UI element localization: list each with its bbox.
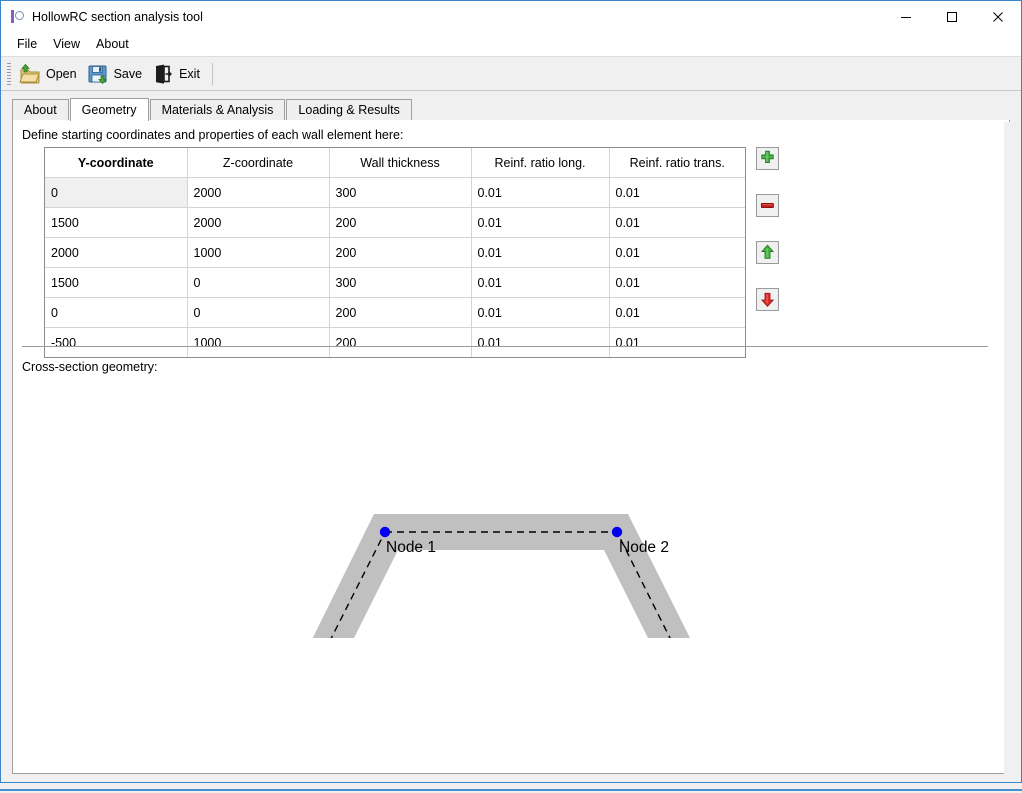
table-row[interactable]: 0 0 200 0.01 0.01 (45, 297, 745, 328)
cell-reinf-ratio-trans[interactable]: 0.01 (609, 297, 745, 328)
move-down-button[interactable] (756, 288, 779, 311)
open-button-label: Open (46, 66, 77, 81)
cell-reinf-ratio-long[interactable]: 0.01 (471, 207, 610, 238)
menu-item-about[interactable]: About (88, 34, 137, 54)
arrow-up-icon (760, 244, 775, 259)
toolbar-grip[interactable] (7, 62, 11, 85)
title-bar: HollowRC section analysis tool (1, 1, 1021, 32)
cell-y-coordinate[interactable]: 1500 (45, 267, 188, 298)
node-marker[interactable] (379, 526, 391, 538)
row-action-buttons (756, 147, 780, 335)
node-label-2: Node 2 (619, 539, 669, 556)
table-row[interactable]: -500 1000 200 0.01 0.01 (45, 327, 745, 357)
cell-y-coordinate[interactable]: -500 (45, 327, 188, 357)
exit-door-icon (152, 63, 174, 85)
menu-item-file[interactable]: File (9, 34, 45, 54)
window-title: HollowRC section analysis tool (32, 9, 203, 24)
add-row-button[interactable] (756, 147, 779, 170)
tab-loading-results[interactable]: Loading & Results (286, 99, 412, 120)
cell-wall-thickness[interactable]: 200 (329, 207, 472, 238)
client-area: About Geometry Materials & Analysis Load… (1, 91, 1021, 782)
cell-reinf-ratio-long[interactable]: 0.01 (471, 237, 610, 268)
toolbar-separator (211, 62, 213, 85)
table-row[interactable]: 1500 2000 200 0.01 0.01 (45, 207, 745, 238)
node-marker[interactable] (611, 526, 623, 538)
cell-z-coordinate[interactable]: 2000 (187, 207, 330, 238)
tab-materials-analysis[interactable]: Materials & Analysis (149, 99, 286, 120)
minimize-icon (901, 16, 911, 18)
section-separator (22, 346, 988, 347)
remove-row-button[interactable] (756, 194, 779, 217)
cell-y-coordinate[interactable]: 0 (45, 177, 188, 208)
cell-z-coordinate[interactable]: 0 (187, 267, 330, 298)
panel-right-gutter (1004, 122, 1020, 781)
column-header-wall-thickness[interactable]: Wall thickness (329, 148, 472, 178)
table-row[interactable]: 0 2000 300 0.01 0.01 (45, 177, 745, 208)
cell-reinf-ratio-trans[interactable]: 0.01 (609, 237, 745, 268)
close-button[interactable] (975, 1, 1021, 32)
cell-y-coordinate[interactable]: 2000 (45, 237, 188, 268)
cross-section-geometry-label: Cross-section geometry: (22, 360, 158, 374)
menu-bar: File View About (1, 32, 1021, 56)
cell-z-coordinate[interactable]: 1000 (187, 327, 330, 357)
open-button[interactable]: Open (16, 60, 84, 88)
column-header-z-coordinate[interactable]: Z-coordinate (187, 148, 330, 178)
cell-reinf-ratio-trans[interactable]: 0.01 (609, 207, 745, 238)
cell-wall-thickness[interactable]: 300 (329, 267, 472, 298)
cell-reinf-ratio-trans[interactable]: 0.01 (609, 177, 745, 208)
cell-z-coordinate[interactable]: 0 (187, 297, 330, 328)
cell-reinf-ratio-long[interactable]: 0.01 (471, 297, 610, 328)
save-button[interactable]: Save (84, 60, 150, 88)
column-header-y-coordinate[interactable]: Y-coordinate (45, 148, 188, 178)
desktop-bleed (0, 783, 1022, 793)
desktop-accent-line (0, 789, 1022, 791)
node-label-1: Node 1 (386, 539, 436, 556)
minus-icon (760, 202, 774, 209)
table-row[interactable]: 1500 0 300 0.01 0.01 (45, 267, 745, 298)
cross-section-plot[interactable]: CG Node 1 Node 2 Node 3 Node 4 Node 5 No… (13, 378, 1009, 773)
menu-item-view[interactable]: View (45, 34, 88, 54)
cell-reinf-ratio-long[interactable]: 0.01 (471, 267, 610, 298)
cell-y-coordinate[interactable]: 1500 (45, 207, 188, 238)
arrow-down-icon (760, 292, 775, 307)
toolbar: Open Save Exit (1, 56, 1021, 91)
wall-elements-table[interactable]: Y-coordinate Z-coordinate Wall thickness… (44, 147, 746, 358)
app-icon (9, 9, 25, 25)
tab-geometry[interactable]: Geometry (69, 98, 149, 121)
application-window: HollowRC section analysis tool File View… (0, 0, 1022, 783)
cell-y-coordinate[interactable]: 0 (45, 297, 188, 328)
column-header-reinf-ratio-trans[interactable]: Reinf. ratio trans. (609, 148, 745, 178)
save-button-label: Save (113, 66, 143, 81)
close-icon (993, 11, 1003, 22)
tab-strip: About Geometry Materials & Analysis Load… (12, 98, 1010, 121)
cell-wall-thickness[interactable]: 200 (329, 327, 472, 357)
exit-button[interactable]: Exit (149, 60, 207, 88)
table-header-row: Y-coordinate Z-coordinate Wall thickness… (45, 148, 745, 178)
maximize-button[interactable] (929, 1, 975, 32)
window-controls (883, 1, 1021, 32)
geometry-panel: Define starting coordinates and properti… (12, 120, 1010, 774)
cell-wall-thickness[interactable]: 300 (329, 177, 472, 208)
cell-reinf-ratio-trans[interactable]: 0.01 (609, 267, 745, 298)
move-up-button[interactable] (756, 241, 779, 264)
cell-z-coordinate[interactable]: 2000 (187, 177, 330, 208)
cell-wall-thickness[interactable]: 200 (329, 237, 472, 268)
define-coordinates-label: Define starting coordinates and properti… (22, 128, 404, 142)
plus-icon (761, 150, 774, 164)
exit-button-label: Exit (179, 66, 200, 81)
table-row[interactable]: 2000 1000 200 0.01 0.01 (45, 237, 745, 268)
cell-reinf-ratio-trans[interactable]: 0.01 (609, 327, 745, 357)
cell-reinf-ratio-long[interactable]: 0.01 (471, 327, 610, 357)
cell-wall-thickness[interactable]: 200 (329, 297, 472, 328)
cell-z-coordinate[interactable]: 1000 (187, 237, 330, 268)
wall-band-shape (312, 514, 690, 638)
tab-about[interactable]: About (12, 99, 69, 120)
open-folder-icon (19, 63, 41, 85)
minimize-button[interactable] (883, 1, 929, 32)
save-disk-icon (87, 63, 109, 85)
maximize-icon (947, 11, 957, 22)
cell-reinf-ratio-long[interactable]: 0.01 (471, 177, 610, 208)
column-header-reinf-ratio-long[interactable]: Reinf. ratio long. (471, 148, 610, 178)
